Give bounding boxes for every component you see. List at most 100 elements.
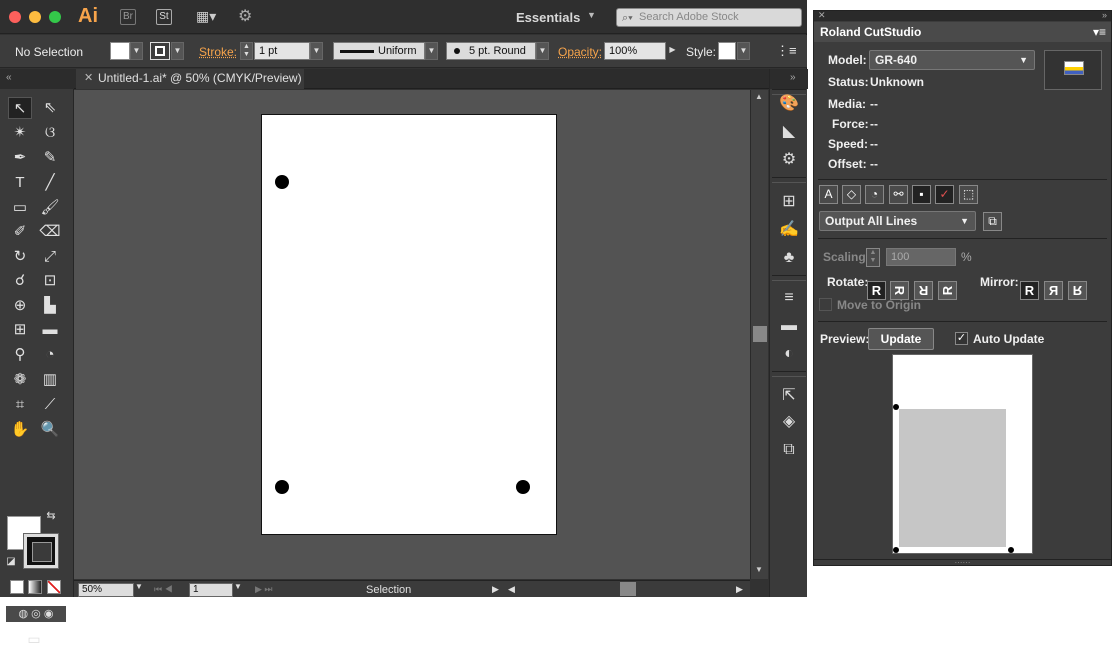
- curvature-tool-icon[interactable]: ✎: [38, 147, 62, 169]
- cutter-settings-button[interactable]: [1044, 50, 1102, 90]
- minimize-window-button[interactable]: [29, 11, 41, 23]
- zoom-tool-icon[interactable]: 🔍: [38, 419, 62, 441]
- bridge-button[interactable]: Br: [120, 9, 136, 25]
- horizontal-scroll-thumb[interactable]: [620, 582, 636, 596]
- panel-resize-handle[interactable]: ⋯⋯: [814, 559, 1111, 567]
- style-dropdown[interactable]: ▼: [737, 42, 750, 60]
- eyedropper-tool-icon[interactable]: ⚲: [8, 344, 32, 366]
- fill-dropdown-arrow[interactable]: ▼: [130, 42, 143, 60]
- scale-tool-icon[interactable]: ⤢: [38, 246, 62, 268]
- drawing-modes-icon[interactable]: ◍ ◎ ◉: [6, 606, 66, 622]
- status-menu-icon[interactable]: ▶: [492, 584, 499, 595]
- rotate-270-button[interactable]: R: [938, 281, 957, 300]
- stock-search-input[interactable]: ⌕▾ Search Adobe Stock: [616, 8, 802, 27]
- collapse-tools-icon[interactable]: «: [0, 69, 74, 89]
- type-tool-icon[interactable]: T: [8, 172, 32, 194]
- warp-tool-icon[interactable]: ☌: [8, 270, 32, 292]
- vertical-scrollbar[interactable]: ▲ ▼: [750, 90, 768, 579]
- transparency-icon[interactable]: ◐: [778, 343, 800, 365]
- marquee-icon[interactable]: ⬚: [959, 185, 978, 204]
- symbols-icon[interactable]: ♣: [778, 247, 800, 269]
- stroke-dropdown-arrow[interactable]: ▼: [171, 42, 184, 60]
- column-graph-tool-icon[interactable]: ▥: [38, 369, 62, 391]
- output-select[interactable]: Output All Lines ▼: [819, 211, 976, 231]
- color-guide-icon[interactable]: ◣: [778, 121, 800, 143]
- zoom-window-button[interactable]: [49, 11, 61, 23]
- expand-panels-icon[interactable]: »: [770, 69, 808, 89]
- layers-icon[interactable]: ◈: [778, 411, 800, 433]
- document-tab[interactable]: ✕ Untitled-1.ai* @ 50% (CMYK/Preview): [76, 69, 304, 89]
- copy-icon[interactable]: ⧉: [983, 212, 1002, 231]
- mesh-tool-icon[interactable]: ⊞: [8, 319, 32, 341]
- eraser-icon[interactable]: ◇: [842, 185, 861, 204]
- profile-dropdown[interactable]: ▼: [425, 42, 438, 60]
- scaling-input[interactable]: 100: [886, 248, 956, 266]
- scaling-stepper[interactable]: ▲ ▼: [866, 248, 880, 267]
- next-artboard-icon[interactable]: ▶ ⏭: [255, 584, 273, 595]
- blend-tool-icon[interactable]: ◔: [38, 344, 62, 366]
- screen-mode-icon[interactable]: ▭: [22, 630, 46, 648]
- brush-definition[interactable]: 5 pt. Round: [446, 42, 536, 60]
- zoom-dropdown[interactable]: ▼: [135, 582, 143, 591]
- stroke-weight-dropdown[interactable]: ▼: [310, 42, 323, 60]
- scroll-left-icon[interactable]: ◀: [508, 584, 515, 595]
- artboards-icon[interactable]: ⧉: [778, 439, 800, 461]
- swatches-icon[interactable]: ⊞: [778, 191, 800, 213]
- stock-button[interactable]: St: [156, 9, 172, 25]
- white-box-icon[interactable]: ▪: [912, 185, 931, 204]
- rectangle-tool-icon[interactable]: ▭: [8, 197, 32, 219]
- lasso-tool-icon[interactable]: ଓ: [38, 122, 62, 144]
- link-icon[interactable]: ⚯: [889, 185, 908, 204]
- artboard-dropdown[interactable]: ▼: [234, 582, 242, 591]
- selection-tool-icon[interactable]: ↖: [8, 97, 32, 119]
- default-colors-icon[interactable]: ◪: [4, 555, 18, 569]
- panel-menu-icon[interactable]: ⋮≡: [776, 43, 797, 59]
- eraser-tool-icon[interactable]: ⌫: [38, 221, 62, 243]
- swap-colors-icon[interactable]: ⇆: [44, 509, 58, 523]
- color-panel-icon[interactable]: 🎨: [778, 93, 800, 115]
- direct-selection-tool-icon[interactable]: ⇖: [38, 97, 62, 119]
- update-button[interactable]: Update: [868, 328, 934, 350]
- brushes-icon[interactable]: ✍: [778, 219, 800, 241]
- arrange-documents-icon[interactable]: ▦▾: [196, 8, 224, 26]
- workspace-switcher[interactable]: Essentials: [516, 10, 580, 25]
- scroll-up-icon[interactable]: ▲: [755, 92, 763, 101]
- gradient-panel-icon[interactable]: ▬: [778, 315, 800, 337]
- registration-mark[interactable]: [275, 175, 289, 189]
- text-outline-icon[interactable]: A: [819, 185, 838, 204]
- stroke-panel-icon[interactable]: ≡: [778, 287, 800, 309]
- scroll-down-icon[interactable]: ▼: [755, 565, 763, 574]
- shape-builder-tool-icon[interactable]: ⊕: [8, 295, 32, 317]
- model-select[interactable]: GR-640 ▼: [869, 50, 1035, 70]
- opacity-label[interactable]: Opacity:: [558, 45, 602, 59]
- opacity-slider-arrow[interactable]: ▶: [666, 42, 679, 60]
- registration-mark[interactable]: [275, 480, 289, 494]
- shapes-icon[interactable]: ◔: [865, 185, 884, 204]
- shaper-tool-icon[interactable]: ✐: [8, 221, 32, 243]
- canvas-area[interactable]: [74, 90, 750, 579]
- mirror-vertical-button[interactable]: R: [1068, 281, 1087, 300]
- stroke-swatch[interactable]: [150, 42, 170, 60]
- gpu-performance-icon[interactable]: ⚙: [238, 6, 262, 28]
- stroke-color-box[interactable]: [23, 533, 59, 569]
- opacity-input[interactable]: 100%: [604, 42, 666, 60]
- auto-update-checkbox[interactable]: ✓: [955, 332, 968, 345]
- artboard[interactable]: [261, 114, 557, 535]
- recolor-icon[interactable]: ⚙: [778, 149, 800, 171]
- zoom-level-input[interactable]: 50%: [78, 583, 134, 597]
- magic-wand-tool-icon[interactable]: ✴: [8, 122, 32, 144]
- vertical-scroll-thumb[interactable]: [753, 326, 767, 342]
- stroke-weight-stepper[interactable]: ▲ ▼: [240, 42, 253, 60]
- scroll-right-icon[interactable]: ▶: [736, 584, 743, 595]
- brush-dropdown[interactable]: ▼: [536, 42, 549, 60]
- line-tool-icon[interactable]: ╱: [38, 172, 62, 194]
- close-icon[interactable]: ✕: [84, 69, 93, 88]
- panel-menu-icon[interactable]: ▾≡: [1093, 22, 1106, 42]
- artboard-tool-icon[interactable]: ⌗: [8, 394, 32, 416]
- mirror-horizontal-button[interactable]: R: [1044, 281, 1063, 300]
- move-origin-checkbox[interactable]: [819, 298, 832, 311]
- perspective-grid-tool-icon[interactable]: ▙: [38, 295, 62, 317]
- pen-tool-icon[interactable]: ✒: [8, 147, 32, 169]
- fill-swatch[interactable]: [110, 42, 130, 60]
- graphic-style-swatch[interactable]: [718, 42, 736, 60]
